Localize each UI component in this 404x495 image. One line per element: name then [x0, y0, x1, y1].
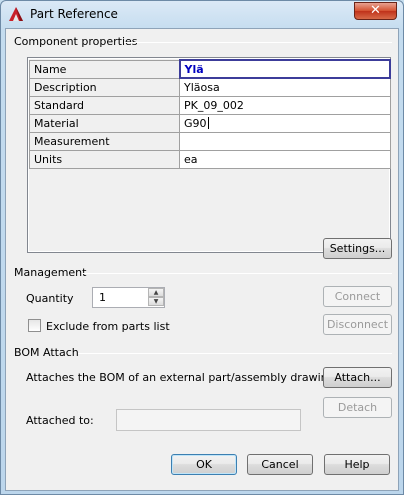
- detach-button[interactable]: Detach: [323, 397, 392, 418]
- autocad-a-icon: [9, 7, 23, 21]
- property-value-cell[interactable]: [179, 131, 391, 151]
- property-value-cell[interactable]: ea: [179, 149, 391, 169]
- ok-button[interactable]: OK: [171, 454, 237, 475]
- property-row-standard[interactable]: Standard PK_09_002: [29, 95, 391, 115]
- quantity-value[interactable]: 1: [99, 291, 106, 304]
- group-divider: [82, 273, 392, 274]
- property-value-cell[interactable]: G90: [179, 113, 391, 133]
- spin-up-icon[interactable]: ▲: [148, 288, 164, 297]
- cancel-button[interactable]: Cancel: [247, 454, 313, 475]
- connect-button[interactable]: Connect: [323, 286, 392, 307]
- property-name-cell: Description: [29, 77, 180, 97]
- property-row-description[interactable]: Description Yläosa: [29, 77, 391, 97]
- bom-attach-group-title: BOM Attach: [14, 346, 79, 359]
- attached-to-label: Attached to:: [26, 414, 94, 427]
- property-value-cell[interactable]: Ylä: [178, 59, 391, 79]
- window-title: Part Reference: [30, 7, 118, 21]
- exclude-label[interactable]: Exclude from parts list: [46, 320, 170, 333]
- material-value-text: G90: [184, 116, 207, 130]
- disconnect-button[interactable]: Disconnect: [323, 314, 392, 335]
- property-name-cell: Material: [29, 113, 180, 133]
- quantity-label: Quantity: [26, 292, 74, 305]
- spin-down-icon[interactable]: ▼: [148, 297, 164, 306]
- group-divider: [124, 42, 392, 43]
- property-name-cell: Units: [29, 149, 180, 169]
- bom-attach-description: Attaches the BOM of an external part/ass…: [26, 371, 335, 384]
- property-name-cell: Standard: [29, 95, 180, 115]
- property-row-units[interactable]: Units ea: [29, 149, 391, 169]
- close-button[interactable]: ✕: [354, 2, 397, 20]
- property-name-cell: Measurement: [29, 131, 180, 151]
- attach-button[interactable]: Attach...: [323, 367, 392, 388]
- exclude-checkbox[interactable]: [28, 319, 41, 332]
- property-row-name[interactable]: Name Ylä: [29, 59, 391, 79]
- property-table: Name Ylä Description Yläosa Standard PK_…: [29, 59, 391, 169]
- management-group-title: Management: [14, 266, 87, 279]
- text-caret: [207, 116, 209, 129]
- part-reference-dialog: Part Reference ✕ Component properties Na…: [0, 0, 404, 495]
- property-row-measurement[interactable]: Measurement: [29, 131, 391, 151]
- attached-to-field: [116, 409, 301, 431]
- property-value-cell[interactable]: PK_09_002: [179, 95, 391, 115]
- group-divider: [78, 353, 392, 354]
- quantity-stepper[interactable]: 1 ▲ ▼: [92, 287, 165, 308]
- title-bar[interactable]: Part Reference ✕: [1, 1, 403, 28]
- property-grid: Name Ylä Description Yläosa Standard PK_…: [27, 57, 391, 253]
- settings-button[interactable]: Settings...: [323, 238, 392, 259]
- property-value-cell[interactable]: Yläosa: [179, 77, 391, 97]
- property-row-material[interactable]: Material G90: [29, 113, 391, 133]
- help-button[interactable]: Help: [324, 454, 390, 475]
- dialog-body: Component properties Name Ylä Descriptio…: [5, 28, 399, 491]
- component-properties-group-title: Component properties: [14, 35, 138, 48]
- property-name-cell: Name: [29, 59, 180, 79]
